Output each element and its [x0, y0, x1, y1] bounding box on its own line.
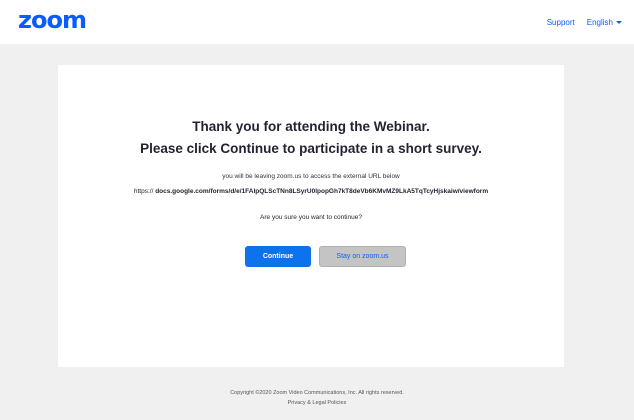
copyright-text: Copyright ©2020 Zoom Video Communication… — [230, 390, 404, 396]
external-url: https:// docs.google.com/forms/d/e/1FAIp… — [58, 188, 564, 195]
continue-button[interactable]: Continue — [245, 246, 311, 267]
survey-title: Please click Continue to participate in … — [140, 141, 482, 156]
language-label: English — [586, 17, 613, 27]
privacy-legal-link[interactable]: Privacy & Legal Policies — [0, 398, 634, 408]
thank-you-title: Thank you for attending the Webinar. — [192, 119, 430, 134]
language-dropdown[interactable]: English — [587, 18, 622, 27]
zoom-logo[interactable]: zoom — [18, 8, 87, 32]
caret-down-icon — [616, 20, 622, 24]
leaving-note: you will be leaving zoom.us to access th… — [222, 173, 400, 180]
page-footer: Copyright ©2020 Zoom Video Communication… — [0, 388, 634, 408]
header-nav: Support English — [547, 18, 622, 27]
top-header: zoom Support English — [0, 0, 634, 44]
url-prefix: https:// — [133, 188, 154, 195]
stay-on-zoom-button[interactable]: Stay on zoom.us — [319, 246, 406, 267]
survey-card: Thank you for attending the Webinar. Ple… — [58, 65, 564, 367]
url-path: docs.google.com/forms/d/e/1FAIpQLScTNn8L… — [155, 188, 489, 195]
confirm-question: Are you sure you want to continue? — [260, 214, 362, 221]
support-link[interactable]: Support — [547, 18, 575, 27]
